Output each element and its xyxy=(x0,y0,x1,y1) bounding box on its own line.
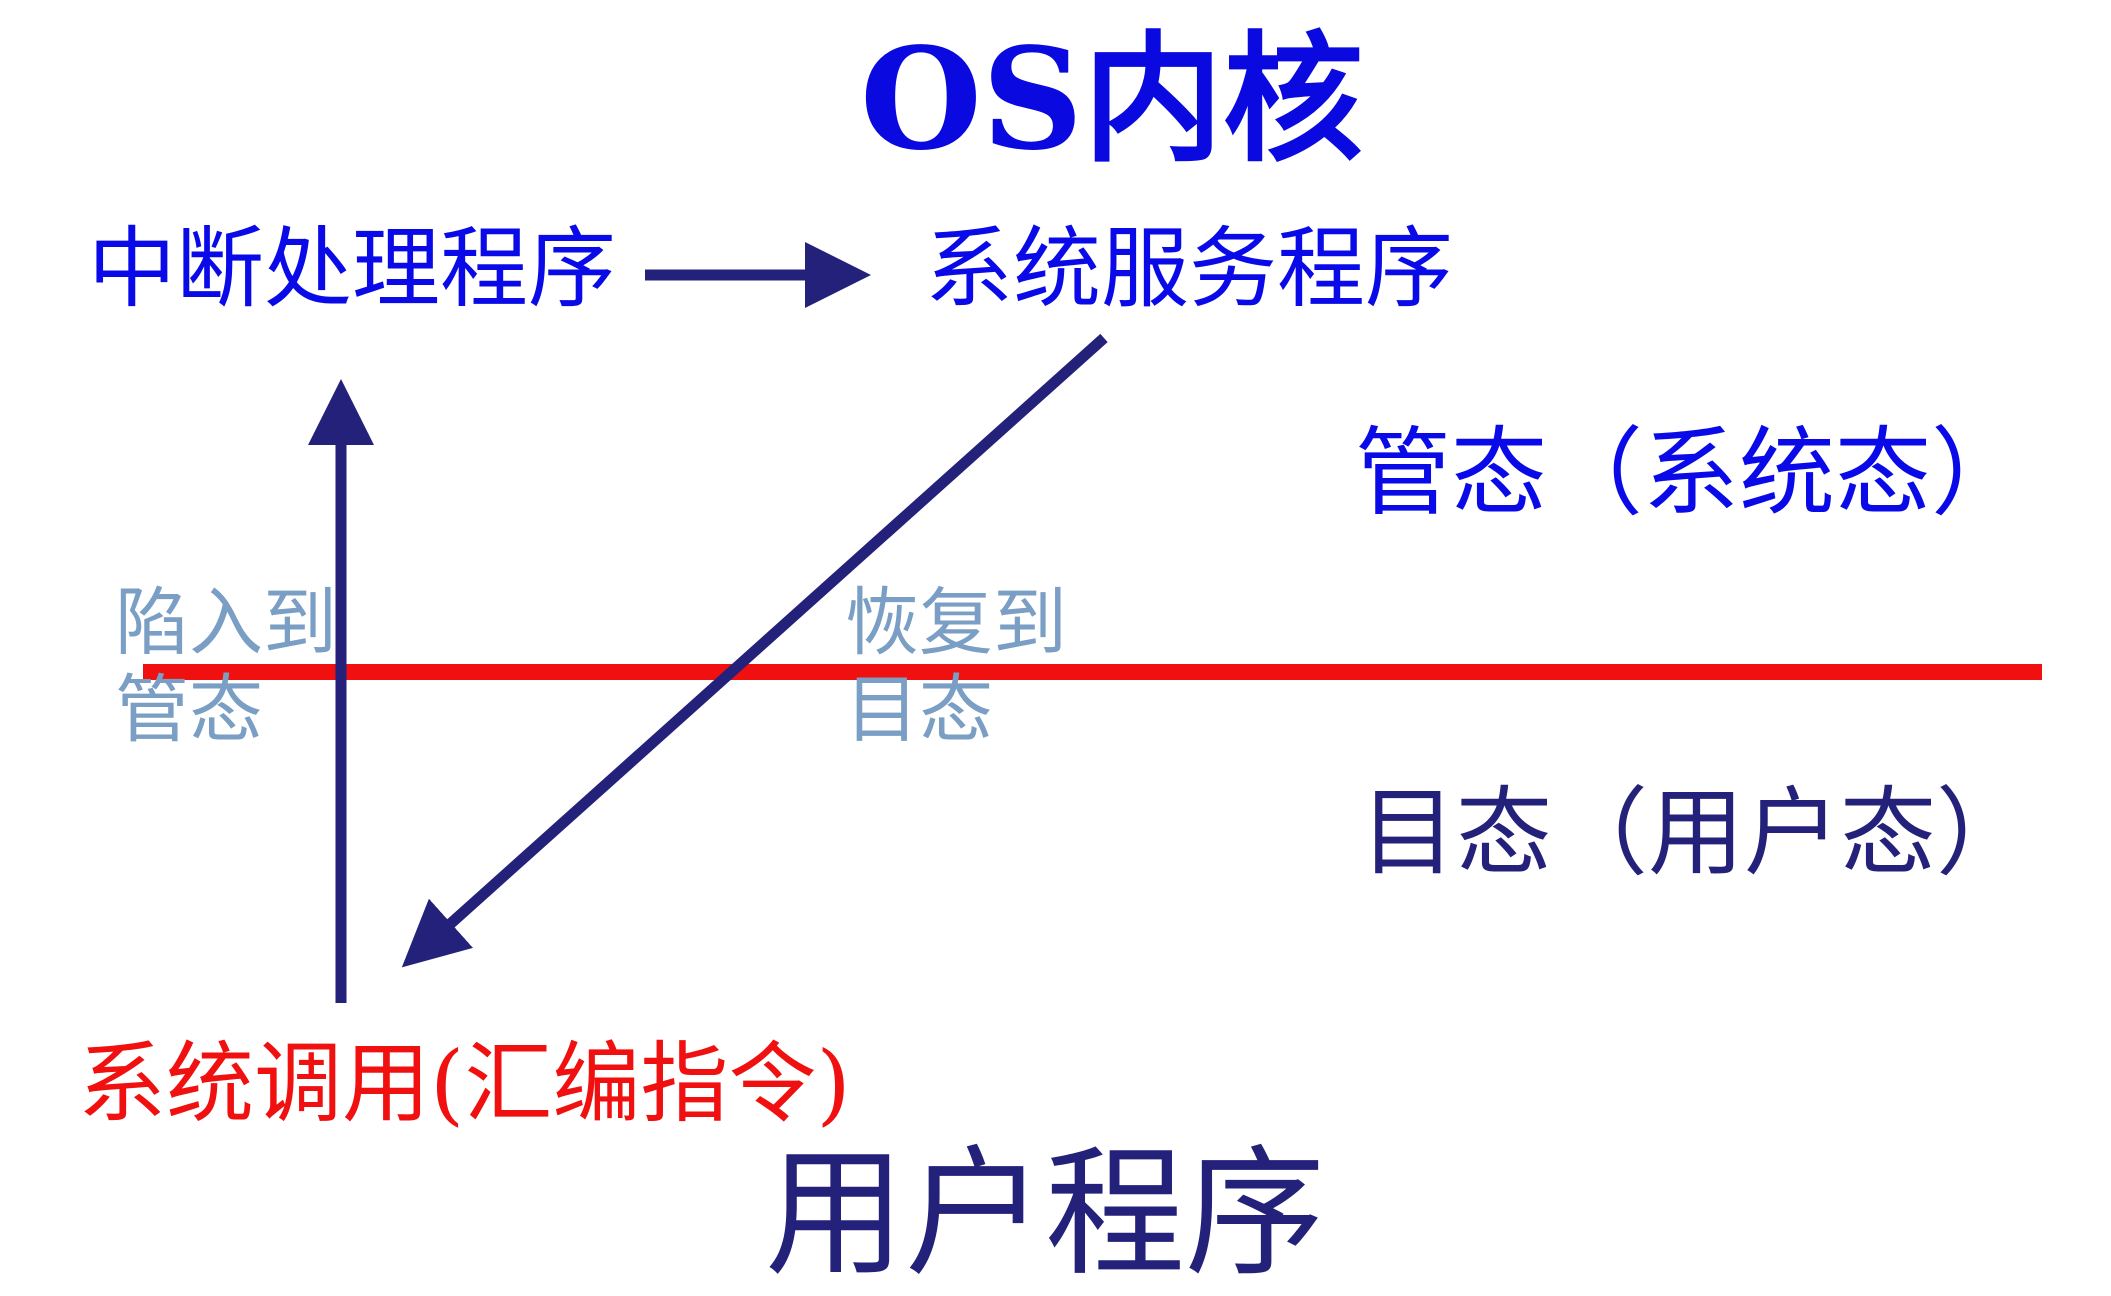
user-program-label: 用户程序 xyxy=(765,1133,1326,1296)
restore-label-line1: 恢复到 xyxy=(845,580,1067,666)
trap-label-line2: 管态 xyxy=(115,667,263,754)
user-mode-label: 目态（用户态） xyxy=(1360,777,2032,889)
system-service-label: 系统服务程序 xyxy=(925,217,1454,320)
interrupt-handler-label: 中断处理程序 xyxy=(88,217,617,320)
diagram-title: OS内核 xyxy=(860,18,1364,182)
trap-to-kernel-label: 陷入到 管态 xyxy=(115,580,345,755)
restore-to-user-label: 恢复到 目态 xyxy=(845,580,1075,755)
trap-label-line1: 陷入到 xyxy=(115,580,337,666)
kernel-mode-label: 管态（系统态） xyxy=(1355,417,2027,529)
system-call-label: 系统调用(汇编指令) xyxy=(78,1032,851,1135)
restore-label-line2: 目态 xyxy=(845,667,993,754)
